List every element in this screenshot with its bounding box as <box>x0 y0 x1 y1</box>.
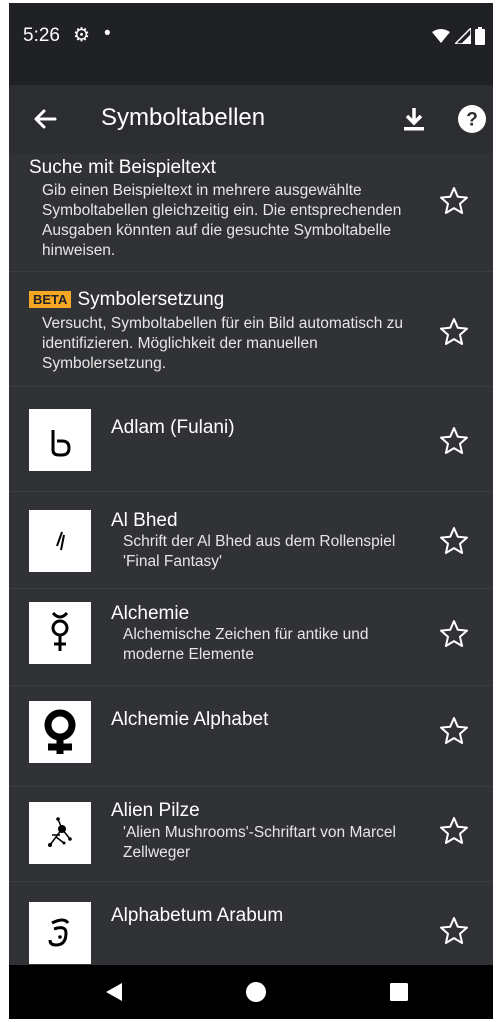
list-item-description: Schrift der Al Bhed aus dem Rollenspiel … <box>123 533 396 570</box>
status-time: 5:26 <box>23 25 60 46</box>
list-item-description: Gib einen Beispieltext in mehrere ausgew… <box>42 182 402 259</box>
settings-notification-icon: ⚙ <box>73 25 91 46</box>
star-icon[interactable] <box>439 816 469 846</box>
download-icon[interactable] <box>399 103 429 135</box>
list-item-symbol-replacement[interactable]: BETA Symbolersetzung Versucht, Symboltabe… <box>9 272 493 387</box>
list-item-title: Alchemie <box>111 603 190 624</box>
status-icons <box>432 27 485 45</box>
signal-icon <box>454 28 471 44</box>
albhed-glyph-icon <box>29 510 91 572</box>
list-item-example-search[interactable]: Suche mit Beispieltext Gib einen Beispie… <box>9 153 493 272</box>
nav-back-icon[interactable] <box>104 981 124 1003</box>
list-item-alphabetum-arabum[interactable]: Alphabetum Arabum <box>9 882 493 965</box>
list-item-alchemie-alphabet[interactable]: Alchemie Alphabet <box>9 686 493 787</box>
star-icon[interactable] <box>439 619 469 649</box>
wifi-icon <box>432 29 451 43</box>
star-icon[interactable] <box>439 317 469 347</box>
notification-dot-icon: • <box>104 23 111 44</box>
star-icon[interactable] <box>439 526 469 556</box>
app-bar: Symboltabellen ? <box>9 85 493 153</box>
arabum-glyph-icon <box>29 902 91 964</box>
list-item-adlam[interactable]: Adlam (Fulani) <box>9 387 493 492</box>
list-item-title: BETA Symbolersetzung <box>29 289 224 311</box>
list-item-title: Adlam (Fulani) <box>111 417 235 438</box>
list-item-description: Alchemische Zeichen für antike und moder… <box>123 626 369 663</box>
status-bar: 5:26 ⚙ • <box>9 3 493 85</box>
page-title: Symboltabellen <box>101 104 266 131</box>
star-icon[interactable] <box>439 186 469 216</box>
list-item-alien-pilze[interactable]: Alien Pilze 'Alien Mushrooms'-Schriftart… <box>9 787 493 882</box>
list-item-title-text: Symbolersetzung <box>77 289 225 310</box>
list-item-title: Al Bhed <box>111 510 178 531</box>
battery-icon <box>475 27 485 45</box>
svg-text:?: ? <box>466 110 478 131</box>
list-item-alchemie[interactable]: Alchemie Alchemische Zeichen für antike … <box>9 589 493 686</box>
help-icon[interactable]: ? <box>457 104 487 134</box>
adlam-glyph-icon <box>29 409 91 471</box>
list-item-title: Alphabetum Arabum <box>111 905 284 926</box>
list-item-title: Alchemie Alphabet <box>111 709 269 730</box>
star-icon[interactable] <box>439 916 469 946</box>
symbol-table-list: Suche mit Beispieltext Gib einen Beispie… <box>9 153 493 965</box>
list-item-al-bhed[interactable]: Al Bhed Schrift der Al Bhed aus dem Roll… <box>9 492 493 589</box>
list-item-title: Alien Pilze <box>111 800 200 821</box>
nav-home-icon[interactable] <box>245 981 267 1003</box>
list-item-title: Suche mit Beispieltext <box>29 157 216 178</box>
nav-recents-icon[interactable] <box>389 982 409 1002</box>
list-item-description: Versucht, Symboltabellen für ein Bild au… <box>42 315 403 372</box>
star-icon[interactable] <box>439 716 469 746</box>
phone-screen: 5:26 ⚙ • Symboltabellen ? Suche mit Beis… <box>9 3 493 1019</box>
beta-badge: BETA <box>29 291 72 309</box>
mercury-glyph-icon <box>29 602 91 664</box>
back-arrow-icon[interactable] <box>29 103 61 135</box>
list-item-description: 'Alien Mushrooms'-Schriftart von Marcel … <box>123 824 396 861</box>
alchemy-alphabet-glyph-icon <box>29 701 91 763</box>
alien-mushroom-glyph-icon <box>29 802 91 864</box>
navigation-bar <box>9 965 493 1019</box>
star-icon[interactable] <box>439 426 469 456</box>
